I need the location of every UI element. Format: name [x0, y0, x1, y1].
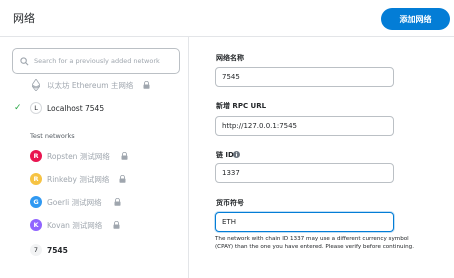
search-box[interactable]	[12, 48, 180, 74]
network-badge: G	[30, 196, 42, 208]
currency-symbol-label: 货币符号	[216, 199, 244, 207]
network-name-label: 网络名称	[216, 54, 244, 62]
network-item-label: Ropsten 测试网络	[47, 151, 110, 161]
network-name-field[interactable]	[215, 67, 394, 87]
panel-divider	[188, 37, 189, 278]
lock-icon	[119, 175, 126, 183]
network-item-label: Localhost 7545	[47, 103, 105, 113]
network-badge: L	[30, 102, 42, 114]
ethereum-icon	[32, 79, 40, 91]
network-item-localhost[interactable]: ✓ L Localhost 7545	[0, 98, 188, 118]
network-item-label: Rinkeby 测试网络	[47, 174, 110, 184]
network-badge: 7	[30, 244, 42, 256]
network-item-mainnet[interactable]: 以太坊 Ethereum 主网络	[0, 75, 188, 95]
header: 网络 添加网络	[0, 0, 454, 37]
chain-id-label: 链 ID	[216, 151, 234, 159]
network-badge: K	[30, 219, 42, 231]
network-item-label: Goerli 测试网络	[47, 197, 102, 207]
network-item-custom[interactable]: 7 7545	[0, 240, 188, 260]
check-icon: ✓	[14, 103, 22, 113]
search-input[interactable]	[34, 57, 174, 65]
chain-id-field[interactable]	[215, 163, 394, 183]
lock-icon	[143, 81, 150, 89]
network-item-kovan[interactable]: K Kovan 测试网络	[0, 215, 188, 235]
network-badge: R	[30, 150, 42, 162]
lock-icon	[121, 152, 128, 160]
add-network-button[interactable]: 添加网络	[381, 8, 450, 30]
network-badge: R	[30, 173, 42, 185]
currency-warning: The network with chain ID 1337 may use a…	[215, 236, 414, 250]
network-item-label: Kovan 测试网络	[47, 220, 103, 230]
rpc-url-label: 新增 RPC URL	[216, 102, 267, 110]
currency-symbol-field[interactable]	[215, 212, 394, 232]
network-item-rinkeby[interactable]: R Rinkeby 测试网络	[0, 169, 188, 189]
network-item-label: 7545	[47, 245, 68, 255]
page-title: 网络	[13, 12, 35, 25]
lock-icon	[113, 221, 120, 229]
network-item-goerli[interactable]: G Goerli 测试网络	[0, 192, 188, 212]
lock-icon	[114, 198, 121, 206]
test-networks-heading: Test networks	[30, 132, 75, 140]
network-item-ropsten[interactable]: R Ropsten 测试网络	[0, 146, 188, 166]
rpc-url-field[interactable]	[215, 116, 394, 136]
search-icon	[20, 56, 29, 65]
network-item-label: 以太坊 Ethereum 主网络	[47, 80, 134, 90]
info-icon[interactable]	[233, 151, 240, 158]
